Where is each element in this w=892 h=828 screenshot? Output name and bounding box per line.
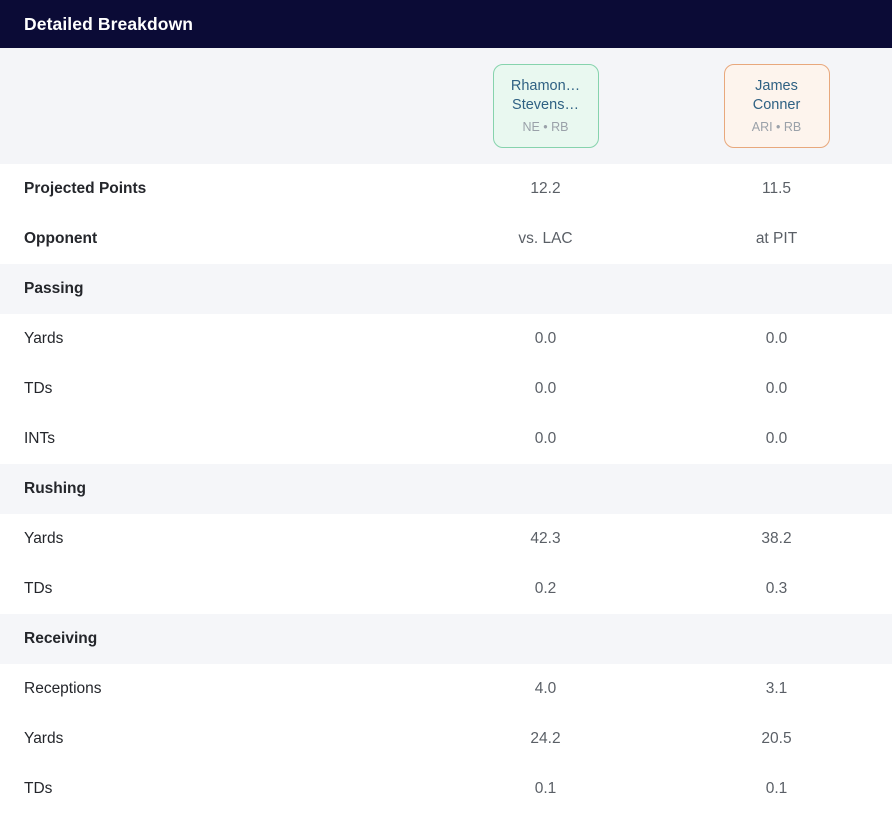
stat-label: TDs (0, 364, 430, 414)
stat-label: Receptions (0, 664, 430, 714)
table-row: Receptions 4.0 3.1 (0, 664, 892, 714)
section-header-label: Passing (24, 280, 84, 297)
table-row: Opponent vs. LAC at PIT (0, 214, 892, 264)
stat-value-player-1: 12.2 (430, 164, 661, 214)
stat-label: Yards (0, 714, 430, 764)
table-row: Yards 42.3 38.2 (0, 514, 892, 564)
stat-value-player-1: 0.0 (430, 414, 661, 464)
section-header-label: Rushing (24, 480, 86, 497)
stat-label: Projected Points (0, 164, 430, 214)
stat-value-player-2: 0.0 (661, 314, 892, 364)
stat-value-player-2: 0.0 (661, 414, 892, 464)
section-header-row: Passing (0, 264, 892, 314)
player-header-row: Rhamon… Stevens… NE • RB James Conner AR… (0, 48, 892, 164)
player-team-position: ARI • RB (751, 120, 802, 135)
stat-value-player-2: 0.0 (661, 364, 892, 414)
section-header-row: Receiving (0, 614, 892, 664)
player-name-line1: James (755, 77, 798, 94)
stat-value-player-2: 0.3 (661, 564, 892, 614)
stat-value-player-1: 4.0 (430, 664, 661, 714)
section-header-row: Rushing (0, 464, 892, 514)
stat-value-player-1: 24.2 (430, 714, 661, 764)
stat-value-player-1: 0.0 (430, 364, 661, 414)
player-card-1[interactable]: Rhamon… Stevens… NE • RB (492, 63, 599, 149)
stat-label: Opponent (0, 214, 430, 264)
stat-value-player-1: 0.2 (430, 564, 661, 614)
table-row: INTs 0.0 0.0 (0, 414, 892, 464)
stat-label: TDs (0, 564, 430, 614)
player-team-position: NE • RB (522, 120, 569, 135)
stat-value-player-2: 0.1 (661, 764, 892, 814)
comparison-table: Rhamon… Stevens… NE • RB James Conner AR… (0, 48, 892, 814)
table-row: TDs 0.1 0.1 (0, 764, 892, 814)
player-name-line2: Conner (752, 97, 801, 114)
table-row: TDs 0.0 0.0 (0, 364, 892, 414)
section-header-label: Receiving (24, 630, 98, 647)
header-spacer-cell (0, 48, 430, 164)
stat-value-player-1: vs. LAC (430, 214, 661, 264)
player-name-line2: Stevens… (512, 97, 579, 114)
stat-label: Yards (0, 314, 430, 364)
table-row: TDs 0.2 0.3 (0, 564, 892, 614)
stat-value-player-1: 0.0 (430, 314, 661, 364)
table-body: Projected Points 12.2 11.5 Opponent vs. LAC a… (0, 164, 892, 814)
stat-value-player-2: at PIT (661, 214, 892, 264)
player-card-2[interactable]: James Conner ARI • RB (723, 63, 830, 149)
stat-value-player-2: 38.2 (661, 514, 892, 564)
stat-value-player-1: 0.1 (430, 764, 661, 814)
table-row: Yards 0.0 0.0 (0, 314, 892, 364)
panel-titlebar: Detailed Breakdown (0, 0, 892, 48)
page-title: Detailed Breakdown (24, 13, 194, 34)
stat-value-player-1: 42.3 (430, 514, 661, 564)
player-header-cell-2: James Conner ARI • RB (661, 48, 892, 164)
stat-value-player-2: 20.5 (661, 714, 892, 764)
table-row: Projected Points 12.2 11.5 (0, 164, 892, 214)
detailed-breakdown-panel: Detailed Breakdown Rhamon… Stevens… NE •… (0, 0, 892, 828)
stat-label: Yards (0, 514, 430, 564)
table-head: Rhamon… Stevens… NE • RB James Conner AR… (0, 48, 892, 164)
player-name-line1: Rhamon… (510, 77, 581, 94)
player-header-cell-1: Rhamon… Stevens… NE • RB (430, 48, 661, 164)
stat-label: INTs (0, 414, 430, 464)
table-row: Yards 24.2 20.5 (0, 714, 892, 764)
stat-value-player-2: 11.5 (661, 164, 892, 214)
stat-label: TDs (0, 764, 430, 814)
stat-value-player-2: 3.1 (661, 664, 892, 714)
